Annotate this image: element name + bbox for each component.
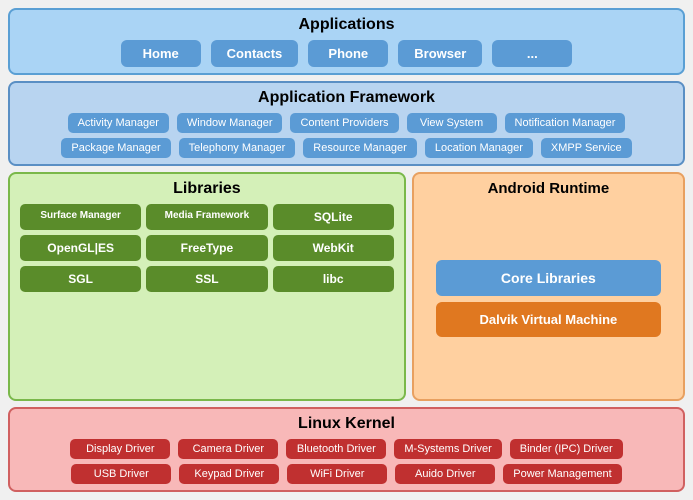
applications-section: Applications Home Contacts Phone Browser… xyxy=(8,8,685,75)
kernel-audio-driver[interactable]: Auido Driver xyxy=(395,464,495,484)
fw-window-manager[interactable]: Window Manager xyxy=(177,113,283,133)
android-runtime-section: Android Runtime Core Libraries Dalvik Vi… xyxy=(412,172,685,401)
fw-resource-manager[interactable]: Resource Manager xyxy=(303,138,417,158)
app-contacts[interactable]: Contacts xyxy=(211,40,299,67)
lib-freetype[interactable]: FreeType xyxy=(146,235,267,261)
kernel-camera-driver[interactable]: Camera Driver xyxy=(178,439,278,459)
kernel-bluetooth-driver[interactable]: Bluetooth Driver xyxy=(286,439,386,459)
applications-row: Home Contacts Phone Browser ... xyxy=(20,40,673,67)
linux-kernel-title: Linux Kernel xyxy=(20,415,673,433)
dalvik-vm-btn[interactable]: Dalvik Virtual Machine xyxy=(436,302,660,337)
lib-media-framework[interactable]: Media Framework xyxy=(146,204,267,230)
framework-row-2: Package Manager Telephony Manager Resour… xyxy=(20,138,673,158)
framework-row-1: Activity Manager Window Manager Content … xyxy=(20,113,673,133)
app-home[interactable]: Home xyxy=(121,40,201,67)
kernel-keypad-driver[interactable]: Keypad Driver xyxy=(179,464,279,484)
kernel-msystems-driver[interactable]: M-Systems Driver xyxy=(394,439,501,459)
kernel-binder-driver[interactable]: Binder (IPC) Driver xyxy=(510,439,623,459)
app-phone[interactable]: Phone xyxy=(308,40,388,67)
android-runtime-title: Android Runtime xyxy=(424,180,673,197)
fw-activity-manager[interactable]: Activity Manager xyxy=(68,113,169,133)
android-architecture-diagram: Applications Home Contacts Phone Browser… xyxy=(0,0,693,500)
libraries-title: Libraries xyxy=(20,180,394,198)
middle-row: Libraries Surface Manager Media Framewor… xyxy=(8,172,685,401)
fw-location-manager[interactable]: Location Manager xyxy=(425,138,533,158)
app-framework-title: Application Framework xyxy=(20,89,673,107)
framework-rows: Activity Manager Window Manager Content … xyxy=(20,113,673,158)
lib-sgl[interactable]: SGL xyxy=(20,266,141,292)
kernel-usb-driver[interactable]: USB Driver xyxy=(71,464,171,484)
lib-webkit[interactable]: WebKit xyxy=(273,235,394,261)
kernel-row-1: Display Driver Camera Driver Bluetooth D… xyxy=(20,439,673,459)
app-framework-section: Application Framework Activity Manager W… xyxy=(8,81,685,166)
fw-package-manager[interactable]: Package Manager xyxy=(61,138,170,158)
lib-ssl[interactable]: SSL xyxy=(146,266,267,292)
core-libraries-btn[interactable]: Core Libraries xyxy=(436,260,660,296)
fw-notification-manager[interactable]: Notification Manager xyxy=(505,113,626,133)
fw-telephony-manager[interactable]: Telephony Manager xyxy=(179,138,296,158)
lib-opengl[interactable]: OpenGL|ES xyxy=(20,235,141,261)
app-more[interactable]: ... xyxy=(492,40,572,67)
libraries-section: Libraries Surface Manager Media Framewor… xyxy=(8,172,406,401)
lib-libc[interactable]: libc xyxy=(273,266,394,292)
libraries-grid: Surface Manager Media Framework SQLite O… xyxy=(20,204,394,292)
kernel-rows: Display Driver Camera Driver Bluetooth D… xyxy=(20,439,673,484)
fw-xmpp-service[interactable]: XMPP Service xyxy=(541,138,632,158)
kernel-display-driver[interactable]: Display Driver xyxy=(70,439,170,459)
applications-title: Applications xyxy=(20,16,673,34)
kernel-row-2: USB Driver Keypad Driver WiFi Driver Aui… xyxy=(20,464,673,484)
linux-kernel-section: Linux Kernel Display Driver Camera Drive… xyxy=(8,407,685,492)
lib-sqlite[interactable]: SQLite xyxy=(273,204,394,230)
kernel-power-management[interactable]: Power Management xyxy=(503,464,621,484)
kernel-wifi-driver[interactable]: WiFi Driver xyxy=(287,464,387,484)
lib-surface-manager[interactable]: Surface Manager xyxy=(20,204,141,230)
fw-content-providers[interactable]: Content Providers xyxy=(290,113,398,133)
runtime-inner: Core Libraries Dalvik Virtual Machine xyxy=(424,203,673,393)
fw-view-system[interactable]: View System xyxy=(407,113,497,133)
app-browser[interactable]: Browser xyxy=(398,40,482,67)
